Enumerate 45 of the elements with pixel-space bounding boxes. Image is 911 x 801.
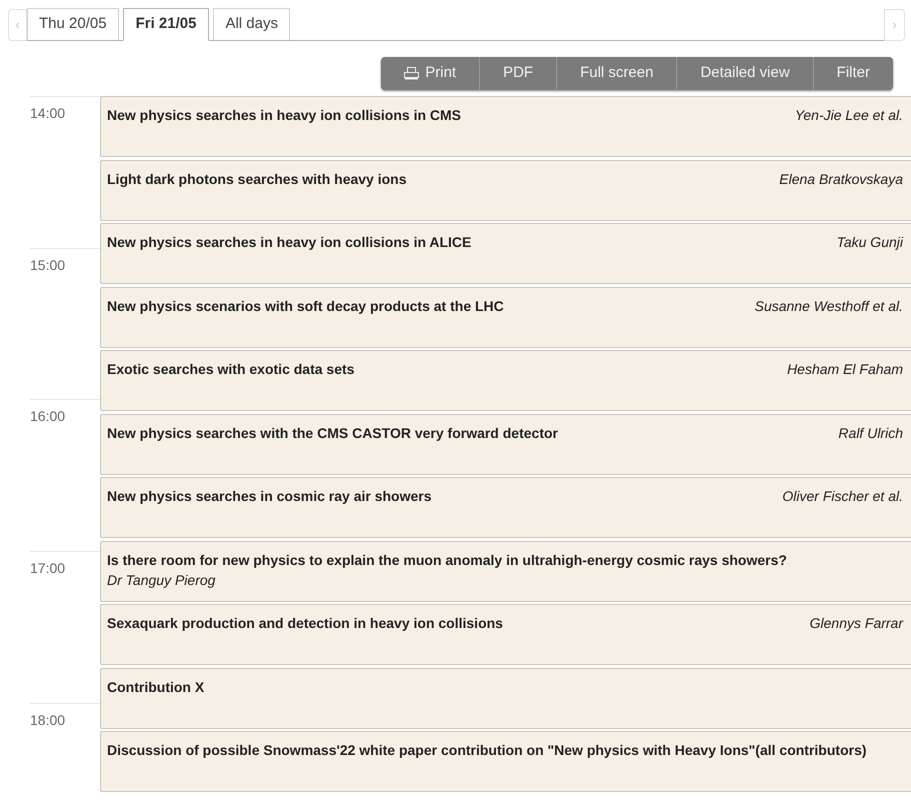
- entry-speaker: Susanne Westhoff et al.: [754, 296, 903, 316]
- day-tab[interactable]: Thu 20/05: [27, 8, 119, 40]
- timetable-entry[interactable]: New physics searches in cosmic ray air showers Oliver Fischer et al.: [100, 477, 911, 538]
- timetable-entry[interactable]: Exotic searches with exotic data sets Hesham El Faham: [100, 350, 911, 411]
- toolbar-button[interactable]: PDF: [479, 57, 556, 90]
- entry-title: New physics scenarios with soft decay products at the LHC: [107, 296, 504, 316]
- entry-speaker: Oliver Fischer et al.: [782, 487, 903, 506]
- day-tab[interactable]: All days: [213, 8, 290, 40]
- timetable-entry[interactable]: Sexaquark production and detection in heavy ion collisions Glennys Farrar: [100, 604, 911, 665]
- toolbar-button[interactable]: Filter: [812, 57, 893, 90]
- entry-title: New physics searches in heavy ion collisions in CMS: [107, 106, 462, 125]
- entry-title: Discussion of possible Snowmass'22 white paper contribution on "New physics with Heavy Ions"(all contributors): [107, 741, 867, 760]
- hour-label: 18:00: [30, 712, 66, 728]
- timetable-entry[interactable]: Contribution X: [100, 668, 911, 728]
- hour-label: 16:00: [30, 408, 66, 424]
- timetable-entry[interactable]: Is there room for new physics to explain the muon anomaly in ultrahigh-energy cosmic rays showers? Dr Tanguy Pierog: [100, 540, 911, 602]
- entry-speaker: Elena Bratkovskaya: [779, 170, 903, 188]
- entry-title: New physics searches with the CMS CASTOR very forward detector: [107, 424, 558, 442]
- timetable-entry[interactable]: New physics scenarios with soft decay products at the LHC Susanne Westhoff et al.: [100, 286, 911, 348]
- entry-title: Is there room for new physics to explain the muon anomaly in ultrahigh-energy cosmic rays showers?: [107, 550, 788, 570]
- timetable-entry[interactable]: Discussion of possible Snowmass'22 white paper contribution on "New physics with Heavy Ions"(all contributors): [100, 731, 911, 792]
- entry-speaker: Glennys Farrar: [810, 614, 903, 633]
- entry-speaker: Taku Gunji: [836, 233, 903, 252]
- toolbar-button[interactable]: Print: [381, 57, 480, 90]
- timetable-entry[interactable]: New physics searches in heavy ion collisions in CMS Yen-Jie Lee et al.: [100, 96, 911, 157]
- entry-speaker: Yen-Jie Lee et al.: [794, 106, 903, 125]
- timetable-entry[interactable]: New physics searches in heavy ion collisions in ALICE Taku Gunji: [100, 223, 911, 284]
- entry-title: New physics searches in heavy ion collisions in ALICE: [107, 233, 472, 252]
- day-tab[interactable]: Fri 21/05: [122, 8, 210, 41]
- hour-label: 17:00: [30, 560, 66, 576]
- entry-title: Exotic searches with exotic data sets: [107, 360, 354, 379]
- toolbar-button[interactable]: Full screen: [556, 57, 676, 90]
- printer-icon: [404, 67, 420, 80]
- timetable-entry[interactable]: New physics searches with the CMS CASTOR very forward detector Ralf Ulrich: [100, 414, 911, 474]
- entry-title: Light dark photons searches with heavy ions: [107, 170, 407, 188]
- entry-title: Contribution X: [107, 678, 204, 696]
- entry-speaker: Dr Tanguy Pierog: [107, 570, 216, 590]
- entry-speaker: Hesham El Faham: [787, 360, 903, 379]
- hour-label: 14:00: [30, 105, 66, 121]
- entry-speaker: Ralf Ulrich: [838, 424, 903, 442]
- entry-title: Sexaquark production and detection in heavy ion collisions: [107, 614, 503, 633]
- hour-label: 15:00: [30, 256, 66, 273]
- entry-title: New physics searches in cosmic ray air showers: [107, 487, 432, 506]
- timetable-entry[interactable]: Light dark photons searches with heavy ions Elena Bratkovskaya: [100, 160, 911, 220]
- toolbar-button[interactable]: Detailed view: [676, 57, 813, 90]
